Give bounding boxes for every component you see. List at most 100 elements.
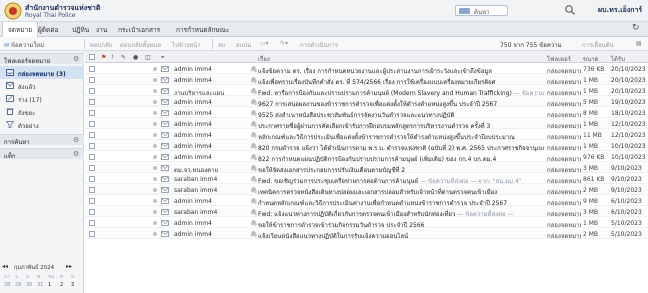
table-row[interactable]: saraban imm4 🖇 เทคนิคการตรวจหนังสือเดินทาง… bbox=[85, 185, 648, 196]
previous-year-icon[interactable]: ◂◂ bbox=[2, 263, 8, 270]
tags-header[interactable]: แท็ก ⚙ bbox=[0, 148, 84, 160]
attachment-column-icon[interactable]: ⌖ bbox=[161, 54, 164, 62]
table-row[interactable]: admin imm4 🖇 กำหนดหลักเกณฑ์และวิธีการประเม… bbox=[85, 196, 648, 207]
table-row[interactable]: admin imm4 🖇 หลักเกณฑ์และวิธีการประเมินเพื… bbox=[85, 130, 648, 141]
sidebar-item-inbox[interactable]: กล่องจดหมาย (3) bbox=[0, 66, 84, 79]
size-column-header[interactable]: ขนาด bbox=[583, 54, 598, 64]
tab-briefcase[interactable]: กระเป๋าเอกสาร bbox=[118, 25, 160, 35]
read-status-icon[interactable] bbox=[153, 122, 157, 126]
calendar-day[interactable]: 2 bbox=[60, 282, 63, 288]
read-status-icon[interactable] bbox=[153, 67, 157, 71]
folder-column-header[interactable]: โฟลเดอร์ bbox=[547, 54, 571, 64]
sidebar-item-trash[interactable]: ถังขยะ bbox=[0, 105, 84, 118]
actions-menu[interactable]: การดำเนินการ bbox=[300, 40, 338, 50]
row-checkbox[interactable] bbox=[89, 209, 95, 215]
user-account-menu[interactable]: ผบ.ทร.เอ็งการ์ bbox=[598, 5, 642, 16]
subject-column-header[interactable]: เรื่อง bbox=[258, 54, 270, 64]
table-row[interactable]: งานบริหารและแผน 🖇 Fwd: หารือการป้องกันและป… bbox=[85, 86, 648, 97]
from-column-icon[interactable]: ◫ bbox=[145, 54, 151, 61]
table-row[interactable]: admin imm4 🖇 820 กรมตำรวจ แจ้งว่า ได้ดำเนิ… bbox=[85, 141, 648, 152]
next-month-icon[interactable]: ▸▸ bbox=[66, 263, 72, 270]
tab-contacts[interactable]: ผู้ติดต่อ bbox=[38, 25, 58, 35]
read-status-icon[interactable] bbox=[153, 111, 157, 115]
calendar-day[interactable]: 30 bbox=[26, 282, 32, 288]
row-checkbox[interactable] bbox=[89, 165, 95, 171]
read-status-icon[interactable] bbox=[153, 177, 157, 181]
spam-button[interactable]: สแปม bbox=[236, 40, 251, 50]
read-status-icon[interactable] bbox=[153, 100, 157, 104]
gear-icon[interactable]: ⚙ bbox=[73, 55, 79, 63]
read-status-icon[interactable] bbox=[153, 210, 157, 214]
reply-button[interactable]: ตอบกลับ bbox=[90, 40, 112, 50]
calendar-day[interactable]: 28 bbox=[4, 282, 10, 288]
table-row[interactable]: saraban imm4 🖇 Fwd: ขอเชิญร่วมการประชุมเคร… bbox=[85, 174, 648, 185]
row-checkbox[interactable] bbox=[89, 231, 95, 237]
view-menu[interactable]: การเลื่อนดัน bbox=[582, 40, 614, 50]
table-row[interactable]: admin imm4 🖇 822 การกำหนดแผนปฏิบัติการป้อง… bbox=[85, 152, 648, 163]
search-icon[interactable] bbox=[564, 4, 576, 16]
tab-preferences[interactable]: การกำหนดลักษณะ bbox=[176, 25, 229, 35]
row-checkbox[interactable] bbox=[89, 198, 95, 204]
table-row[interactable]: admin imm4 🖇 9627 การเสนอผลงานของข้าราชการ… bbox=[85, 97, 648, 108]
search-scope-dropdown[interactable]: ค้นหา bbox=[455, 5, 508, 16]
table-row[interactable]: admin imm4 🖇 แจ้งเพื่อทราบเรื่องบันทึกคำสั… bbox=[85, 75, 648, 86]
read-status-icon[interactable] bbox=[153, 155, 157, 159]
row-checkbox[interactable] bbox=[89, 121, 95, 127]
searches-header[interactable]: การค้นหา ⚙ bbox=[0, 134, 84, 146]
calendar-day[interactable]: 29 bbox=[15, 282, 21, 288]
tab-tasks[interactable]: งาน bbox=[96, 25, 107, 35]
row-checkbox[interactable] bbox=[89, 220, 95, 226]
forward-button[interactable]: ไปข้างหน้า bbox=[172, 40, 201, 50]
row-checkbox[interactable] bbox=[89, 187, 95, 193]
tag-icon[interactable]: ✎▾ bbox=[280, 40, 288, 47]
reply-all-button[interactable]: ตอบกลับทั้งหมด bbox=[120, 40, 161, 50]
row-checkbox[interactable] bbox=[89, 88, 95, 94]
gear-icon[interactable]: ⚙ bbox=[73, 136, 79, 144]
read-status-icon[interactable] bbox=[153, 221, 157, 225]
row-checkbox[interactable] bbox=[89, 176, 95, 182]
calendar-day[interactable]: 3 bbox=[71, 282, 74, 288]
reading-pane-icon[interactable]: ▤ bbox=[636, 40, 642, 47]
tag-column-icon[interactable]: ✎ bbox=[121, 54, 126, 61]
table-row[interactable]: admin imm4 🖇 ประกาศรายชื่อผู้ผ่านการคัดเลื… bbox=[85, 119, 648, 130]
read-status-icon[interactable] bbox=[153, 144, 157, 148]
row-checkbox[interactable] bbox=[89, 143, 95, 149]
refresh-icon[interactable]: ↻ bbox=[632, 23, 640, 33]
gear-icon[interactable]: ⚙ bbox=[73, 150, 79, 158]
status-column-icon[interactable]: ● bbox=[133, 54, 138, 61]
sidebar-item-samples[interactable]: ตัวอย่าง bbox=[0, 118, 84, 131]
row-checkbox[interactable] bbox=[89, 132, 95, 138]
read-status-icon[interactable] bbox=[153, 199, 157, 203]
row-checkbox[interactable] bbox=[89, 77, 95, 83]
flag-column-icon[interactable]: ⚑ bbox=[101, 54, 106, 61]
calendar-day[interactable]: 1 bbox=[48, 282, 51, 288]
select-all-checkbox[interactable] bbox=[89, 54, 95, 60]
print-icon[interactable]: ▭▾ bbox=[260, 40, 269, 47]
table-row[interactable]: admin imm4 🖇 แจ้งเวียนหนังสือแนวทางปฏิบัติ… bbox=[85, 229, 648, 240]
read-status-icon[interactable] bbox=[153, 133, 157, 137]
sidebar-item-sent[interactable]: ส่งแล้ว bbox=[0, 79, 84, 92]
table-row[interactable]: ตม.จว.หนองคาย 🖇 ขอให้จัดส่งเอกสารประกอบการ… bbox=[85, 163, 648, 174]
tab-calendar[interactable]: ปฏิทิน bbox=[72, 25, 89, 35]
read-status-icon[interactable] bbox=[153, 188, 157, 192]
table-row[interactable]: saraban imm4 🖇 Fwd: แจ้งแนวทางการปฏิบัติเก… bbox=[85, 207, 648, 218]
folders-header[interactable]: โฟลเดอร์จดหมาย ⚙ bbox=[0, 53, 84, 65]
calendar-day[interactable]: 31 bbox=[37, 282, 43, 288]
tab-mail[interactable]: จดหมาย bbox=[2, 22, 39, 37]
new-message-button[interactable]: ✉ ข้อความใหม่ bbox=[4, 40, 44, 50]
delete-button[interactable]: ลบ bbox=[218, 40, 226, 50]
priority-column-icon[interactable]: ! bbox=[111, 54, 113, 61]
row-checkbox[interactable] bbox=[89, 110, 95, 116]
sidebar-item-drafts[interactable]: ร่าง (17) bbox=[0, 92, 84, 105]
read-status-icon[interactable] bbox=[153, 89, 157, 93]
read-status-icon[interactable] bbox=[153, 78, 157, 82]
row-checkbox[interactable] bbox=[89, 66, 95, 72]
row-checkbox[interactable] bbox=[89, 99, 95, 105]
table-row[interactable]: admin imm4 🖇 แจ้งข้อความ ตร. เรื่อง การกำห… bbox=[85, 64, 648, 75]
read-status-icon[interactable] bbox=[153, 232, 157, 236]
table-row[interactable]: admin imm4 🖇 ขอให้ข้าราชการตำรวจเข้าร่วมกิ… bbox=[85, 218, 648, 229]
row-checkbox[interactable] bbox=[89, 154, 95, 160]
table-row[interactable]: admin imm4 🖇 9525 ส่งสำเนาหนังสือประชาสัมพ… bbox=[85, 108, 648, 119]
received-column-header[interactable]: ได้รับ bbox=[611, 54, 625, 64]
read-status-icon[interactable] bbox=[153, 166, 157, 170]
